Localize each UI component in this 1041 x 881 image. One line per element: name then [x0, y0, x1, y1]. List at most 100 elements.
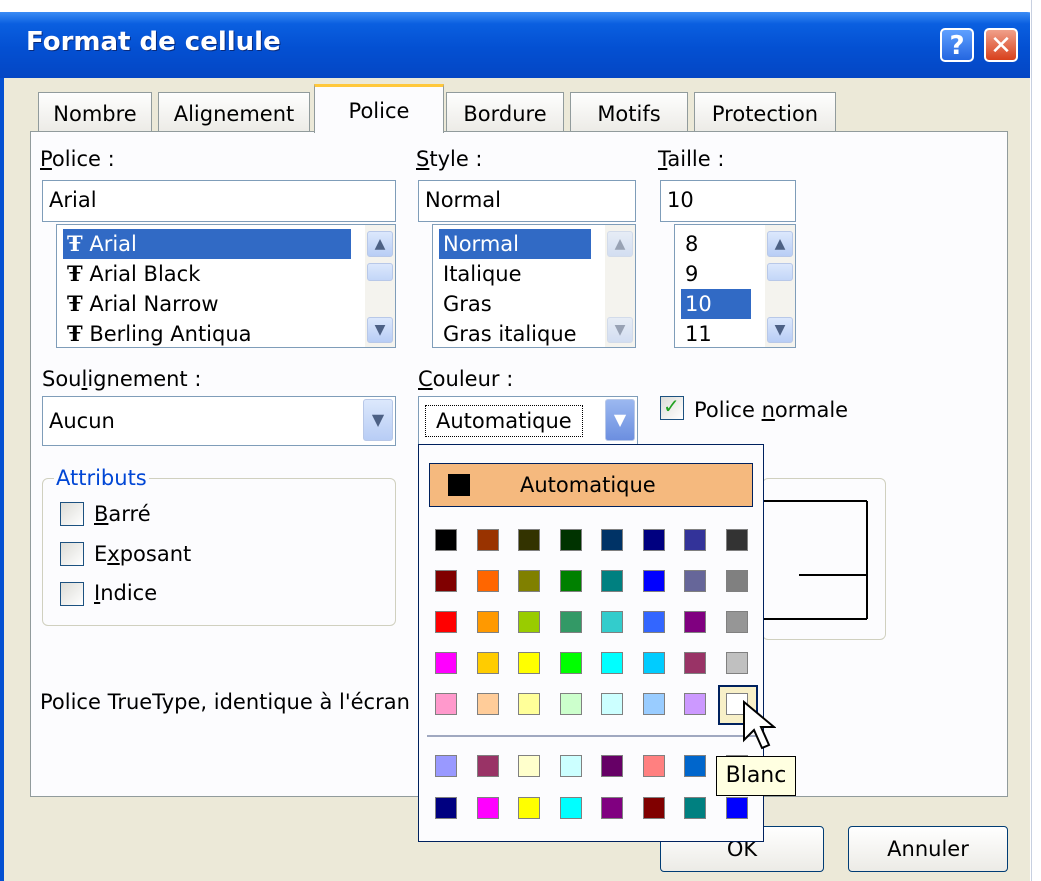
color-swatch[interactable] [642, 797, 665, 819]
color-swatch[interactable] [684, 611, 706, 633]
size-list-item[interactable]: 10 [681, 289, 751, 319]
subscript-checkbox[interactable] [60, 582, 84, 606]
color-swatch[interactable] [476, 755, 499, 777]
size-input[interactable]: 10 [660, 180, 796, 222]
color-swatch[interactable] [476, 797, 499, 819]
style-input[interactable]: Normal [418, 180, 636, 222]
size-list-item[interactable]: 11 [681, 319, 712, 347]
color-swatch[interactable] [601, 652, 623, 674]
tab-police[interactable]: Police [314, 84, 444, 133]
help-button[interactable]: ? [940, 28, 974, 62]
color-swatch[interactable] [476, 611, 499, 633]
color-swatch[interactable] [642, 570, 665, 592]
color-swatch[interactable] [435, 652, 457, 674]
color-swatch[interactable] [601, 529, 623, 551]
scroll-down-icon[interactable]: ▼ [767, 317, 793, 343]
color-swatch[interactable] [518, 570, 540, 592]
scroll-thumb[interactable] [767, 263, 793, 281]
color-swatch[interactable] [725, 570, 748, 592]
color-swatch[interactable] [601, 693, 623, 715]
style-scrollbar[interactable]: ▲ ▼ [605, 225, 635, 347]
tab-nombre[interactable]: Nombre [38, 92, 152, 132]
scroll-down-icon[interactable]: ▼ [607, 317, 633, 343]
color-swatch[interactable] [725, 529, 748, 551]
color-swatch[interactable] [518, 693, 540, 715]
color-swatch[interactable] [642, 611, 665, 633]
size-list-item[interactable]: 8 [681, 229, 698, 259]
cancel-button[interactable]: Annuler [848, 826, 1008, 872]
style-list-item[interactable]: Gras italique [439, 319, 577, 347]
size-list-item[interactable]: 9 [681, 259, 698, 289]
color-select[interactable]: Automatique ▼ [418, 396, 638, 446]
color-swatch[interactable] [601, 570, 623, 592]
color-swatch[interactable] [601, 797, 623, 819]
font-input[interactable]: Arial [42, 180, 396, 222]
color-swatch[interactable] [684, 693, 706, 715]
font-list-item[interactable]: Ŧ Arial Narrow [63, 289, 219, 319]
scroll-thumb[interactable] [367, 263, 393, 281]
color-swatch[interactable] [435, 570, 457, 592]
color-swatch[interactable] [601, 755, 623, 777]
color-swatch[interactable] [642, 755, 665, 777]
color-swatch[interactable] [559, 755, 582, 777]
font-list-item[interactable]: Ŧ Arial Black [63, 259, 200, 289]
color-swatch[interactable] [435, 693, 457, 715]
style-list-item[interactable]: Normal [439, 229, 591, 259]
color-swatch[interactable] [435, 797, 457, 819]
color-swatch[interactable] [684, 652, 706, 674]
superscript-checkbox[interactable] [60, 542, 84, 566]
scroll-up-icon[interactable]: ▲ [607, 231, 633, 257]
color-swatch[interactable] [518, 611, 540, 633]
color-swatch[interactable] [559, 529, 582, 551]
strikethrough-checkbox[interactable] [60, 502, 84, 526]
color-swatch[interactable] [518, 652, 540, 674]
color-swatch[interactable] [642, 693, 665, 715]
scroll-up-icon[interactable]: ▲ [767, 231, 793, 257]
color-swatch[interactable] [601, 611, 623, 633]
underline-select[interactable]: Aucun ▼ [42, 396, 396, 446]
color-swatch[interactable] [559, 652, 582, 674]
color-swatch[interactable] [435, 611, 457, 633]
font-scrollbar[interactable]: ▲ ▼ [365, 225, 395, 347]
color-swatch[interactable] [476, 529, 499, 551]
color-swatch[interactable] [684, 570, 706, 592]
color-swatch[interactable] [476, 570, 499, 592]
tab-alignement[interactable]: Alignement [158, 92, 310, 132]
color-swatch[interactable] [435, 755, 457, 777]
scroll-down-icon[interactable]: ▼ [367, 317, 393, 343]
color-swatch[interactable] [725, 797, 748, 819]
close-button[interactable]: ✕ [984, 28, 1018, 62]
color-swatch[interactable] [725, 611, 748, 633]
color-swatch[interactable] [684, 755, 706, 777]
style-list[interactable]: Normal Italique Gras Gras italique ▲ ▼ [432, 224, 636, 348]
chevron-down-icon[interactable]: ▼ [605, 399, 635, 441]
tab-motifs[interactable]: Motifs [570, 92, 688, 132]
color-swatch[interactable] [684, 529, 706, 551]
color-swatch[interactable] [642, 652, 665, 674]
color-swatch[interactable] [518, 755, 540, 777]
tab-protection[interactable]: Protection [694, 92, 836, 132]
chevron-down-icon[interactable]: ▼ [363, 399, 393, 441]
color-swatch[interactable] [559, 611, 582, 633]
size-list[interactable]: 8 9 10 11 ▲ ▼ [674, 224, 796, 348]
color-swatch[interactable] [725, 652, 748, 674]
color-swatch[interactable] [684, 797, 706, 819]
style-list-item[interactable]: Gras [439, 289, 492, 319]
size-scrollbar[interactable]: ▲ ▼ [765, 225, 795, 347]
title-bar[interactable]: Format de cellule ? ✕ [0, 12, 1041, 78]
color-swatch[interactable] [642, 529, 665, 551]
color-swatch[interactable] [435, 529, 457, 551]
color-swatch[interactable] [559, 797, 582, 819]
automatic-color-button[interactable]: Automatique [429, 463, 753, 507]
style-list-item[interactable]: Italique [439, 259, 522, 289]
color-swatch[interactable] [476, 652, 499, 674]
tab-bordure[interactable]: Bordure [446, 92, 564, 132]
font-list-item[interactable]: Ŧ Berling Antiqua [63, 319, 252, 347]
scroll-up-icon[interactable]: ▲ [367, 231, 393, 257]
font-list-item[interactable]: Ŧ Arial [63, 229, 351, 259]
color-swatch[interactable] [559, 693, 582, 715]
color-swatch[interactable] [518, 529, 540, 551]
color-swatch[interactable] [476, 693, 499, 715]
normal-font-checkbox[interactable]: ✓ [660, 394, 684, 420]
color-swatch[interactable] [559, 570, 582, 592]
